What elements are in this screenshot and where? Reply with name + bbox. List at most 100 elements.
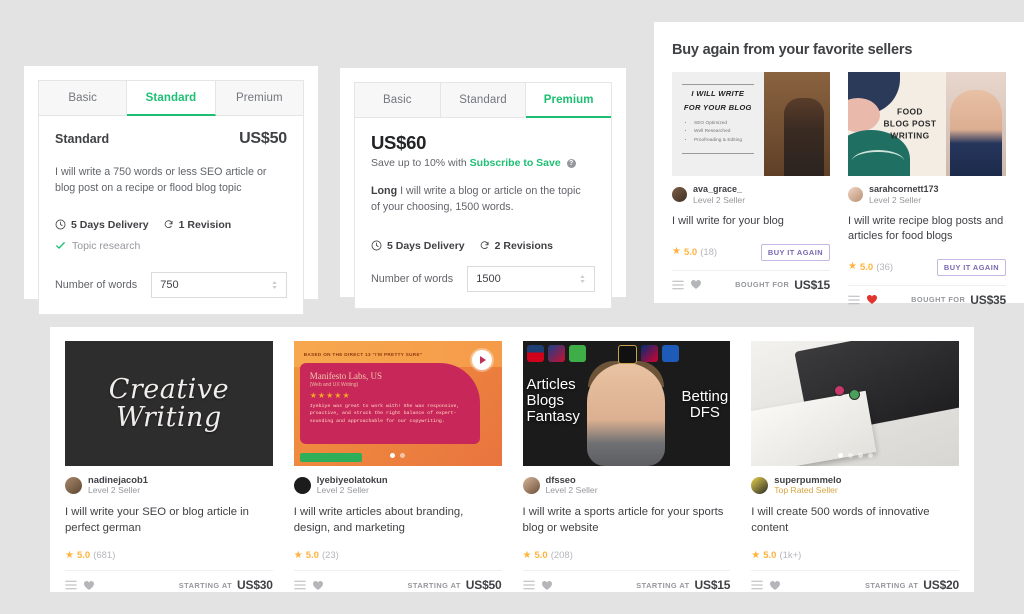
avatar bbox=[65, 476, 82, 494]
seller-name[interactable]: Iyebiyeolatokun bbox=[317, 474, 388, 485]
list-icon[interactable] bbox=[672, 280, 684, 290]
gig-title[interactable]: I will create 500 words of innovative co… bbox=[751, 504, 959, 536]
star-icon: ★ bbox=[848, 261, 857, 273]
tab-basic-2[interactable]: Basic bbox=[355, 83, 441, 117]
rating-count: (208) bbox=[550, 550, 573, 562]
subscribe-to-save-link[interactable]: Subscribe to Save bbox=[470, 157, 561, 169]
gig-thumbnail[interactable]: FOOD BLOG POST WRITING bbox=[848, 72, 1006, 176]
seller-row[interactable]: superpummelo Top Rated Seller bbox=[751, 474, 959, 496]
carousel-dot[interactable] bbox=[857, 453, 863, 458]
rating-value: 5.0 bbox=[683, 246, 698, 258]
seller-name[interactable]: superpummelo bbox=[774, 474, 841, 485]
stepper-icon[interactable] bbox=[579, 274, 586, 284]
heart-icon[interactable] bbox=[83, 580, 95, 591]
gig-title[interactable]: I will write recipe blog posts and artic… bbox=[848, 214, 1006, 245]
seller-name[interactable]: dfsseo bbox=[546, 474, 598, 485]
premium-package-tabs[interactable]: Basic Standard Premium bbox=[355, 83, 612, 118]
revisions-label: 1 Revision bbox=[178, 218, 232, 231]
seller-level: Level 2 Seller bbox=[88, 485, 141, 496]
play-icon[interactable] bbox=[471, 350, 492, 370]
gig-footer: STARTING AT US$50 bbox=[293, 570, 502, 593]
rating-count: (1k+) bbox=[779, 550, 802, 562]
gig-title[interactable]: I will write for your blog bbox=[672, 214, 830, 230]
rating-count: (36) bbox=[876, 261, 894, 273]
seller-row[interactable]: ava_grace_ Level 2 Seller bbox=[672, 184, 830, 206]
seller-name[interactable]: nadinejacob1 bbox=[88, 474, 148, 485]
gig-card-1[interactable]: Creative Writing nadinejacob1 Level 2 Se… bbox=[65, 341, 273, 592]
seller-row[interactable]: sarahcornett173 Level 2 Seller bbox=[848, 184, 1006, 206]
premium-description-text: I will write a blog or article on the to… bbox=[371, 185, 581, 214]
gig-card-4[interactable]: superpummelo Top Rated Seller I will cre… bbox=[751, 341, 959, 592]
rating-value: 5.0 bbox=[534, 550, 548, 562]
tab-basic[interactable]: Basic bbox=[39, 81, 128, 115]
refresh-icon bbox=[480, 241, 489, 250]
buy-again-card-2[interactable]: FOOD BLOG POST WRITING sarahcornett173 L… bbox=[848, 72, 1006, 307]
carousel-dot[interactable] bbox=[867, 453, 873, 458]
art-text-left: Articles Blogs Fantasy bbox=[526, 376, 580, 425]
carousel-dot[interactable] bbox=[847, 453, 853, 458]
package-meta-row: 5 Days Delivery 1 Revision bbox=[55, 219, 287, 231]
stepper-icon[interactable] bbox=[271, 280, 278, 290]
heart-icon[interactable] bbox=[312, 580, 324, 591]
art-client-name: Manifesto Labs, US bbox=[309, 371, 382, 381]
carousel-dots[interactable] bbox=[294, 453, 502, 458]
gig-title[interactable]: I will write your SEO or blog article in… bbox=[65, 504, 273, 536]
gig-thumbnail[interactable]: Articles Blogs Fantasy Betting DFS bbox=[522, 341, 731, 466]
buy-it-again-button[interactable]: BUY IT AGAIN bbox=[760, 243, 830, 261]
list-icon[interactable] bbox=[522, 580, 535, 590]
food-artwork: FOOD BLOG POST WRITING bbox=[848, 72, 1006, 176]
heart-icon[interactable] bbox=[769, 580, 781, 591]
list-icon[interactable] bbox=[751, 580, 763, 590]
gig-title[interactable]: I will write articles about branding, de… bbox=[294, 504, 502, 536]
seller-row[interactable]: nadinejacob1 Level 2 Seller bbox=[65, 474, 273, 496]
gig-thumbnail[interactable]: BASED ON THE DIRECT 13 "I'M PRETTY SURE"… bbox=[293, 341, 502, 466]
footer-price: US$35 bbox=[970, 292, 1006, 307]
heart-icon[interactable] bbox=[541, 580, 553, 591]
seller-level: Level 2 Seller bbox=[693, 194, 746, 205]
art-banner-text: BASED ON THE DIRECT 13 "I'M PRETTY SURE" bbox=[303, 351, 423, 357]
art-line-1: I WILL WRITE bbox=[691, 89, 745, 98]
carousel-dot[interactable] bbox=[390, 453, 396, 458]
quantity-stepper[interactable]: 750 bbox=[151, 271, 287, 298]
heart-icon[interactable] bbox=[690, 279, 702, 290]
premium-price: US$60 bbox=[371, 132, 427, 153]
seller-row[interactable]: Iyebiyeolatokun Level 2 Seller bbox=[293, 474, 502, 496]
rating-row: ★ 5.0 (36) BUY IT AGAIN bbox=[848, 258, 1006, 276]
seller-row[interactable]: dfsseo Level 2 Seller bbox=[522, 474, 731, 496]
gig-thumbnail[interactable]: I WILL WRITE FOR YOUR BLOG SEO Optimized… bbox=[672, 72, 830, 176]
footer-price: US$50 bbox=[465, 578, 502, 593]
screen-root: Basic Standard Premium Standard US$50 I … bbox=[0, 0, 1024, 614]
standard-package-tabs[interactable]: Basic Standard Premium bbox=[39, 81, 303, 116]
list-icon[interactable] bbox=[848, 295, 860, 305]
carousel-dots[interactable] bbox=[751, 453, 959, 458]
seller-level: Level 2 Seller bbox=[869, 194, 922, 205]
carousel-dot[interactable] bbox=[400, 453, 406, 458]
info-icon[interactable]: ? bbox=[566, 159, 576, 168]
gig-card-2[interactable]: BASED ON THE DIRECT 13 "I'M PRETTY SURE"… bbox=[293, 341, 502, 593]
seller-name[interactable]: sarahcornett173 bbox=[869, 184, 939, 195]
seller-level: Top Rated Seller bbox=[774, 485, 838, 496]
list-icon[interactable] bbox=[65, 580, 77, 590]
heart-icon[interactable] bbox=[866, 294, 878, 305]
buy-again-grid: I WILL WRITE FOR YOUR BLOG SEO Optimized… bbox=[672, 72, 1006, 307]
tab-standard-2[interactable]: Standard bbox=[440, 83, 527, 117]
gig-title[interactable]: I will write a sports article for your s… bbox=[523, 504, 731, 536]
tab-premium[interactable]: Premium bbox=[215, 81, 303, 115]
art-text-right: Betting DFS bbox=[681, 388, 729, 421]
footer-price: US$15 bbox=[794, 277, 830, 292]
gig-thumbnail[interactable] bbox=[751, 341, 959, 466]
buy-again-card-1[interactable]: I WILL WRITE FOR YOUR BLOG SEO Optimized… bbox=[672, 72, 830, 307]
avatar bbox=[522, 476, 540, 494]
tab-standard[interactable]: Standard bbox=[127, 81, 216, 116]
art-bullet: Well Researched bbox=[694, 128, 758, 137]
seller-name[interactable]: ava_grace_ bbox=[693, 184, 745, 195]
premium-quantity-stepper[interactable]: 1500 bbox=[467, 265, 595, 292]
art-client-sub: (Web and UX Writing) bbox=[309, 382, 359, 388]
carousel-dot[interactable] bbox=[837, 453, 843, 458]
gig-card-3[interactable]: Articles Blogs Fantasy Betting DFS dfsse… bbox=[522, 341, 731, 592]
tab-premium-2[interactable]: Premium bbox=[526, 83, 612, 118]
gig-thumbnail[interactable]: Creative Writing bbox=[65, 341, 273, 466]
gig-row-panel: Creative Writing nadinejacob1 Level 2 Se… bbox=[50, 327, 974, 592]
list-icon[interactable] bbox=[294, 580, 306, 590]
buy-it-again-button[interactable]: BUY IT AGAIN bbox=[936, 258, 1006, 276]
